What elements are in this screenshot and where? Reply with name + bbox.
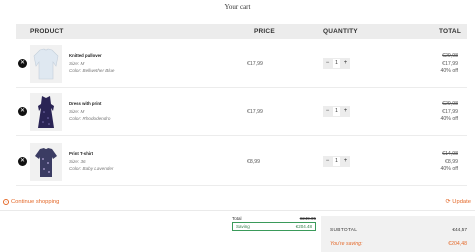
continue-shopping-label: Continue shopping bbox=[11, 199, 60, 205]
product-name[interactable]: Knitted pullover bbox=[69, 53, 102, 58]
product-price: €17,99 bbox=[247, 61, 263, 67]
increase-quantity-button[interactable]: + bbox=[342, 59, 349, 68]
header-quantity: QUANTITY bbox=[323, 28, 358, 35]
subtotal-value: €44,57 bbox=[452, 228, 467, 233]
product-thumbnail[interactable] bbox=[30, 45, 62, 83]
update-cart-button[interactable]: ⟳ Update bbox=[445, 199, 471, 205]
product-color: Color: Baby Lavender bbox=[69, 166, 114, 171]
quantity-stepper: − 1 + bbox=[323, 106, 350, 117]
you-saving-label: You're saving: bbox=[330, 241, 363, 247]
product-size: Size: M bbox=[69, 109, 85, 114]
quantity-stepper: − 1 + bbox=[323, 58, 350, 69]
close-icon: ✕ bbox=[19, 60, 26, 66]
line-total: €29,98 €17,99 40% off bbox=[441, 53, 459, 76]
saving-value: €204.48 bbox=[295, 224, 312, 229]
increase-quantity-button[interactable]: + bbox=[342, 107, 349, 116]
order-summary-panel: SUBTOTAL €44,57 You're saving: €204,48 bbox=[321, 216, 475, 252]
you-saving-value: €204,48 bbox=[448, 241, 467, 247]
decrease-quantity-button[interactable]: − bbox=[324, 59, 331, 68]
saving-label: Saving bbox=[236, 224, 250, 229]
close-icon: ✕ bbox=[19, 158, 26, 164]
totals-summary: Total €249.05 Saving €204.48 bbox=[232, 216, 316, 231]
product-size: Size: M bbox=[69, 61, 85, 66]
discounted-total: €8,99 bbox=[445, 158, 458, 165]
quantity-input[interactable]: 1 bbox=[333, 107, 340, 116]
header-price: PRICE bbox=[254, 28, 275, 35]
page-title: Your cart bbox=[224, 3, 251, 11]
discounted-total: €17,99 bbox=[442, 108, 458, 115]
decrease-quantity-button[interactable]: − bbox=[324, 157, 331, 166]
discount-label: 40% off bbox=[440, 116, 459, 123]
increase-quantity-button[interactable]: + bbox=[342, 157, 349, 166]
product-name[interactable]: Print T-shirt bbox=[69, 151, 93, 156]
original-total: €14,98 bbox=[442, 151, 458, 157]
continue-shopping-link[interactable]: ‹ Continue shopping bbox=[3, 199, 59, 205]
dress-image bbox=[38, 96, 54, 128]
quantity-input[interactable]: 1 bbox=[333, 59, 340, 68]
cart-row: ✕ Dress with print Size: M Color: Rhodod… bbox=[16, 88, 467, 136]
header-product: PRODUCT bbox=[30, 28, 64, 35]
close-icon: ✕ bbox=[19, 108, 26, 114]
update-label: Update bbox=[452, 199, 471, 205]
arrow-left-circle-icon: ‹ bbox=[3, 199, 9, 205]
line-total: €14,98 €8,99 40% off bbox=[441, 151, 459, 174]
total-label: Total bbox=[232, 216, 242, 221]
discounted-total: €17,99 bbox=[442, 60, 458, 67]
product-color: Color: Bellwether Blue bbox=[69, 68, 115, 73]
product-color: Color: Rhododendro bbox=[69, 116, 111, 121]
product-name[interactable]: Dress with print bbox=[69, 101, 101, 106]
cart-table-header: PRODUCT PRICE QUANTITY TOTAL bbox=[16, 24, 467, 39]
total-value: €249.05 bbox=[299, 216, 316, 221]
line-total: €29,98 €17,99 40% off bbox=[441, 101, 459, 124]
header-total: TOTAL bbox=[438, 28, 461, 35]
pullover-image bbox=[33, 48, 59, 80]
quantity-stepper: − 1 + bbox=[323, 156, 350, 167]
refresh-icon: ⟳ bbox=[445, 199, 451, 205]
tshirt-image bbox=[35, 148, 57, 177]
subtotal-label: SUBTOTAL bbox=[330, 228, 358, 233]
original-total: €29,98 bbox=[442, 53, 458, 59]
remove-item-button[interactable]: ✕ bbox=[18, 107, 27, 116]
product-size: Size: 36 bbox=[69, 159, 86, 164]
cart-row: ✕ Print T-shirt Size: 36 Color: Baby Lav… bbox=[16, 138, 467, 186]
saving-badge: Saving €204.48 bbox=[232, 222, 316, 231]
product-price: €17,99 bbox=[247, 109, 263, 115]
divider bbox=[0, 210, 475, 211]
original-total: €29,98 bbox=[442, 101, 458, 107]
cart-row: ✕ Knitted pullover Size: M Color: Bellwe… bbox=[16, 40, 467, 88]
remove-item-button[interactable]: ✕ bbox=[18, 157, 27, 166]
product-thumbnail[interactable] bbox=[30, 93, 62, 131]
quantity-input[interactable]: 1 bbox=[333, 157, 340, 166]
remove-item-button[interactable]: ✕ bbox=[18, 59, 27, 68]
discount-label: 40% off bbox=[440, 166, 459, 173]
product-price: €8,99 bbox=[247, 159, 260, 165]
decrease-quantity-button[interactable]: − bbox=[324, 107, 331, 116]
product-thumbnail[interactable] bbox=[30, 143, 62, 181]
discount-label: 40% off bbox=[440, 68, 459, 75]
